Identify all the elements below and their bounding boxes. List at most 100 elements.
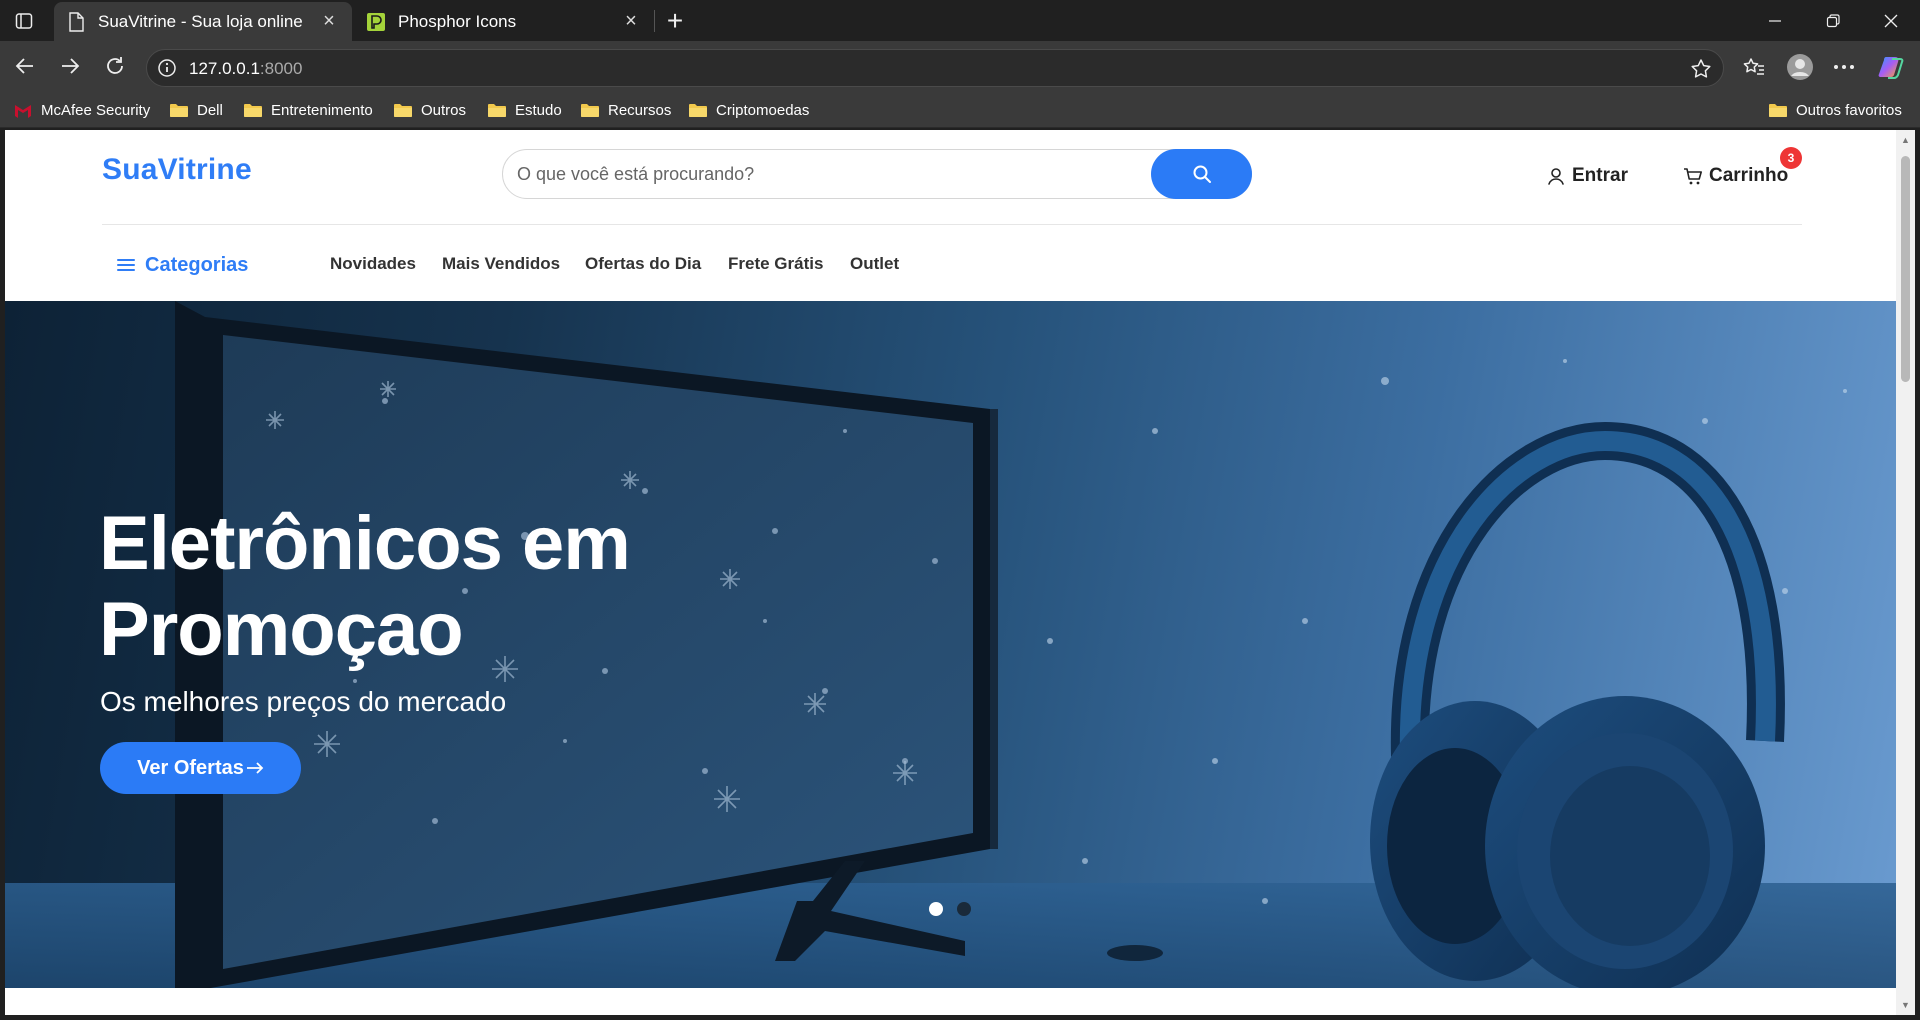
info-icon[interactable] (157, 58, 177, 78)
carousel-dot-2[interactable] (957, 902, 971, 916)
cart-count-badge: 3 (1780, 147, 1802, 169)
profile-button[interactable] (1784, 51, 1816, 83)
list-icon (117, 259, 135, 271)
avatar-icon (1787, 54, 1813, 80)
folder-icon (488, 104, 506, 117)
categories-button[interactable]: Categorias (115, 251, 248, 279)
menu-button[interactable] (1828, 51, 1860, 83)
restore-icon (1826, 13, 1840, 27)
more-dots-icon (1834, 65, 1854, 69)
tab-title: Phosphor Icons (398, 11, 517, 31)
see-offers-label: Ver Ofertas (137, 756, 244, 779)
page-icon (66, 11, 86, 32)
folder-icon (689, 104, 707, 117)
see-offers-button[interactable]: Ver Ofertas (100, 742, 301, 794)
bookmark-label: Outros (421, 101, 467, 119)
search-bar (502, 149, 1252, 199)
copilot-button[interactable] (1876, 51, 1908, 83)
tab-title: SuaVitrine - Sua loja online (98, 11, 303, 31)
search-button[interactable] (1151, 149, 1252, 199)
tab-suavitrine[interactable]: SuaVitrine - Sua loja online × (54, 2, 352, 41)
scroll-down-arrow[interactable]: ▼ (1900, 1000, 1911, 1010)
header-divider (102, 224, 1802, 225)
tab-actions-button[interactable] (10, 8, 38, 34)
nav-outlet[interactable]: Outlet (850, 254, 899, 274)
favorites-button[interactable] (1738, 51, 1770, 83)
site-logo[interactable]: SuaVitrine (102, 153, 252, 187)
url-port: :8000 (259, 59, 303, 78)
tab-actions-icon (15, 13, 33, 29)
reload-button[interactable] (98, 49, 132, 83)
arrow-right-icon (246, 762, 264, 774)
minimize-icon (1769, 19, 1781, 22)
carousel-dot-1[interactable] (929, 902, 943, 916)
forward-button[interactable] (53, 49, 87, 83)
bookmark-outros[interactable]: Outros (393, 98, 466, 122)
folder-icon (581, 104, 599, 117)
nav-ofertas-do-dia[interactable]: Ofertas do Dia (585, 254, 701, 274)
hero-title-line-1: Eletrônicos em (99, 501, 631, 586)
page-below-hero (5, 988, 1896, 1015)
bookmark-label: Dell (197, 101, 223, 119)
close-window-button[interactable] (1866, 0, 1916, 41)
url-host: 127.0.0.1 (189, 59, 260, 78)
bookmark-label: McAfee Security (41, 101, 151, 119)
login-label: Entrar (1572, 165, 1628, 186)
restore-button[interactable] (1808, 0, 1858, 41)
arrow-right-icon (62, 58, 80, 74)
nav-novidades[interactable]: Novidades (330, 254, 416, 274)
categories-label: Categorias (145, 253, 249, 276)
back-button[interactable] (8, 49, 42, 83)
window-bottom-edge (0, 1015, 1920, 1020)
nav-mais-vendidos[interactable]: Mais Vendidos (442, 254, 560, 274)
search-icon (1193, 165, 1211, 183)
folder-icon (1769, 104, 1787, 117)
other-favorites[interactable]: Outros favoritos (1768, 98, 1902, 122)
copilot-icon (1878, 57, 1904, 79)
star-icon[interactable] (1689, 57, 1713, 81)
close-icon (1884, 14, 1898, 27)
tab-phosphor-icons[interactable]: Phosphor Icons × (354, 2, 654, 41)
tab-separator (654, 10, 655, 32)
browser-window: SuaVitrine - Sua loja online × Phosphor … (0, 0, 1920, 1020)
user-icon (1548, 168, 1564, 185)
bookmark-label: Estudo (515, 101, 562, 119)
site-header: SuaVitrine Entrar Carrinho 3 Categorias (5, 130, 1896, 301)
bookmark-mcafee[interactable]: McAfee Security (13, 98, 150, 122)
close-tab-icon[interactable]: × (318, 10, 340, 33)
bookmark-label: Criptomoedas (716, 101, 810, 119)
mcafee-icon (15, 105, 31, 118)
new-tab-button[interactable]: + (660, 5, 690, 36)
bookmark-recursos[interactable]: Recursos (580, 98, 671, 122)
phosphor-logo-icon (366, 12, 386, 32)
bookmarks-bar: McAfee Security Dell Entretenimento Outr… (0, 92, 1920, 128)
bookmark-entretenimento[interactable]: Entretenimento (243, 98, 373, 122)
hero-title: Eletrônicos em Promoçao (99, 501, 631, 673)
folder-icon (170, 104, 188, 117)
page-viewport: SuaVitrine Entrar Carrinho 3 Categorias (5, 130, 1896, 1015)
hero-banner: Eletrônicos em Promoçao Os melhores preç… (5, 301, 1896, 988)
cart-link[interactable]: Carrinho (1683, 162, 1788, 190)
scroll-thumb[interactable] (1901, 156, 1910, 382)
close-tab-icon[interactable]: × (620, 10, 642, 33)
folder-icon (244, 104, 262, 117)
address-bar[interactable]: 127.0.0.1:8000 (146, 49, 1724, 87)
arrow-left-icon (15, 58, 33, 74)
minimize-button[interactable] (1750, 0, 1800, 41)
folder-icon (394, 104, 412, 117)
nav-frete-gratis[interactable]: Frete Grátis (728, 254, 823, 274)
cart-label: Carrinho (1709, 165, 1789, 186)
reload-icon (107, 57, 123, 74)
hero-subtitle: Os melhores preços do mercado (100, 686, 507, 717)
page-scrollbar[interactable]: ▲ ▼ (1896, 130, 1915, 1015)
scroll-up-arrow[interactable]: ▲ (1900, 135, 1911, 145)
bookmark-dell[interactable]: Dell (169, 98, 223, 122)
search-input[interactable] (517, 150, 1117, 198)
login-link[interactable]: Entrar (1546, 162, 1628, 190)
bookmark-label: Recursos (608, 101, 672, 119)
url-text: 127.0.0.1:8000 (189, 59, 302, 79)
bookmark-label: Entretenimento (271, 101, 373, 119)
cart-icon (1684, 168, 1702, 185)
bookmark-estudo[interactable]: Estudo (487, 98, 562, 122)
bookmark-criptomoedas[interactable]: Criptomoedas (688, 98, 809, 122)
